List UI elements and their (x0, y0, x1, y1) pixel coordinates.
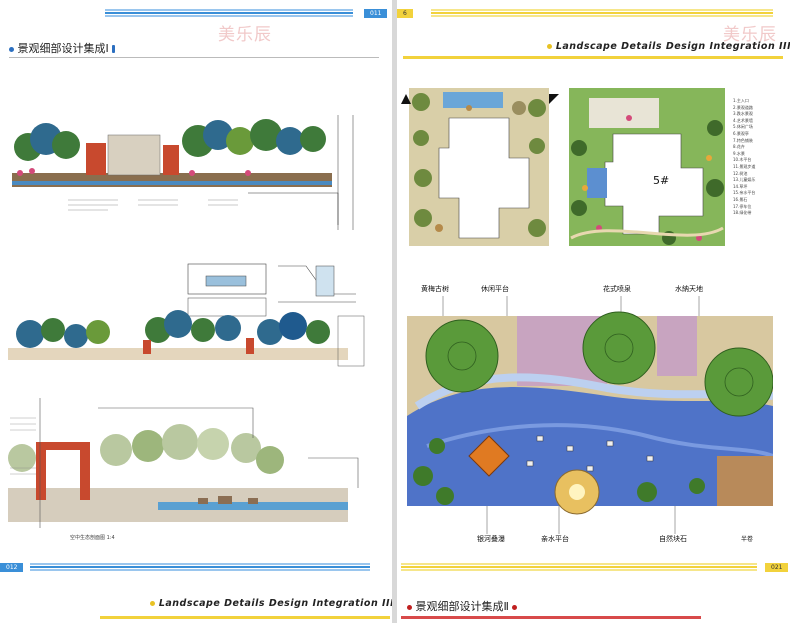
page-title-bottom: Landscape Details Design Integration III (150, 598, 392, 609)
top-stripe-band (431, 9, 773, 19)
page-number-bottom: 012 (0, 563, 24, 572)
legend-item: 11.景观步道 (733, 163, 756, 169)
bullet-bar-icon (112, 45, 116, 53)
top-stripe-band (105, 9, 353, 19)
callout-label: 黄梅古树 (421, 285, 449, 293)
left-page: 011 美乐辰 景观细部设计集成Ⅰ 空中生态剖面图 1:4 012 Landsc… (0, 0, 392, 623)
page-title-bottom: 景观细部设计集成Ⅱ (407, 598, 518, 614)
page-title-top: Landscape Details Design Integration III (547, 41, 790, 52)
drawing-caption: 空中生态剖面图 1:4 (70, 535, 115, 541)
callout-label: 休闲平台 (481, 285, 509, 293)
callout-label: 亲水平台 (541, 535, 569, 543)
page-number-top: 6 (397, 9, 413, 18)
corner-mark: 半卷 (741, 536, 754, 543)
bottom-stripe-band (401, 563, 757, 573)
legend-item: 1.主入口 (733, 98, 749, 103)
legend-item: 15.亲水平台 (733, 190, 756, 196)
enlarged-plan (407, 296, 773, 534)
page-title-text: Landscape Details Design Integration III (158, 598, 392, 609)
right-page: 6 美乐辰 Landscape Details Design Integrati… (397, 0, 790, 623)
legend-item: 3.跌水景观 (733, 111, 753, 117)
page-number-top: 011 (364, 9, 388, 18)
bottom-accent-bar (100, 616, 390, 619)
elevation-drawing-1 (8, 95, 380, 235)
bullet-dot-icon (9, 46, 14, 52)
page-title-top: 景观细部设计集成Ⅰ (9, 40, 116, 56)
page-title-text: 景观细部设计集成Ⅰ (17, 42, 109, 55)
north-arrow-icon (401, 94, 411, 104)
legend-item: 10.木平台 (733, 157, 752, 163)
elevation-drawing-2 (8, 310, 365, 367)
callout-label: 花式喷泉 (603, 285, 631, 293)
north-arrow-icon (549, 94, 559, 104)
page-number-bottom: 021 (765, 563, 789, 572)
legend-item: 6.景观亭 (733, 130, 749, 136)
watermark: 美乐辰 (218, 25, 272, 45)
page-title-text: 景观细部设计集成Ⅱ (415, 600, 509, 613)
plan-legend: 1.主入口 2.景观道路 3.跌水景观 4.艺术景墙 5.休闲广场 6.景观亭 7.特色铺装… (733, 98, 785, 217)
title-rule (9, 57, 379, 58)
bottom-stripe-band (30, 563, 370, 573)
title-accent-bar (403, 56, 783, 59)
bullet-dot-icon (512, 604, 518, 610)
bottom-accent-bar (401, 616, 701, 619)
building-label: 5# (653, 174, 670, 187)
legend-item: 8.花卉 (733, 144, 745, 150)
site-plan-1 (409, 88, 549, 246)
bullet-dot-icon (547, 44, 552, 49)
legend-item: 5.休闲广场 (733, 124, 753, 130)
legend-item: 18.绿化带 (733, 210, 752, 216)
site-plan-2 (569, 88, 725, 246)
callout-label: 水納天地 (675, 285, 703, 293)
book-spread: 011 美乐辰 景观细部设计集成Ⅰ 空中生态剖面图 1:4 012 Landsc… (0, 0, 790, 623)
legend-item: 16.景石 (733, 196, 748, 202)
bullet-dot-icon (150, 601, 155, 606)
callout-label: 银河叠瀑 (477, 535, 505, 543)
page-title-text: Landscape Details Design Integration III (555, 41, 790, 52)
bullet-dot-icon (407, 604, 412, 610)
section-drawing (8, 398, 359, 528)
legend-item: 13.儿童娱乐 (733, 177, 756, 183)
callout-label: 自然块石 (659, 535, 687, 543)
